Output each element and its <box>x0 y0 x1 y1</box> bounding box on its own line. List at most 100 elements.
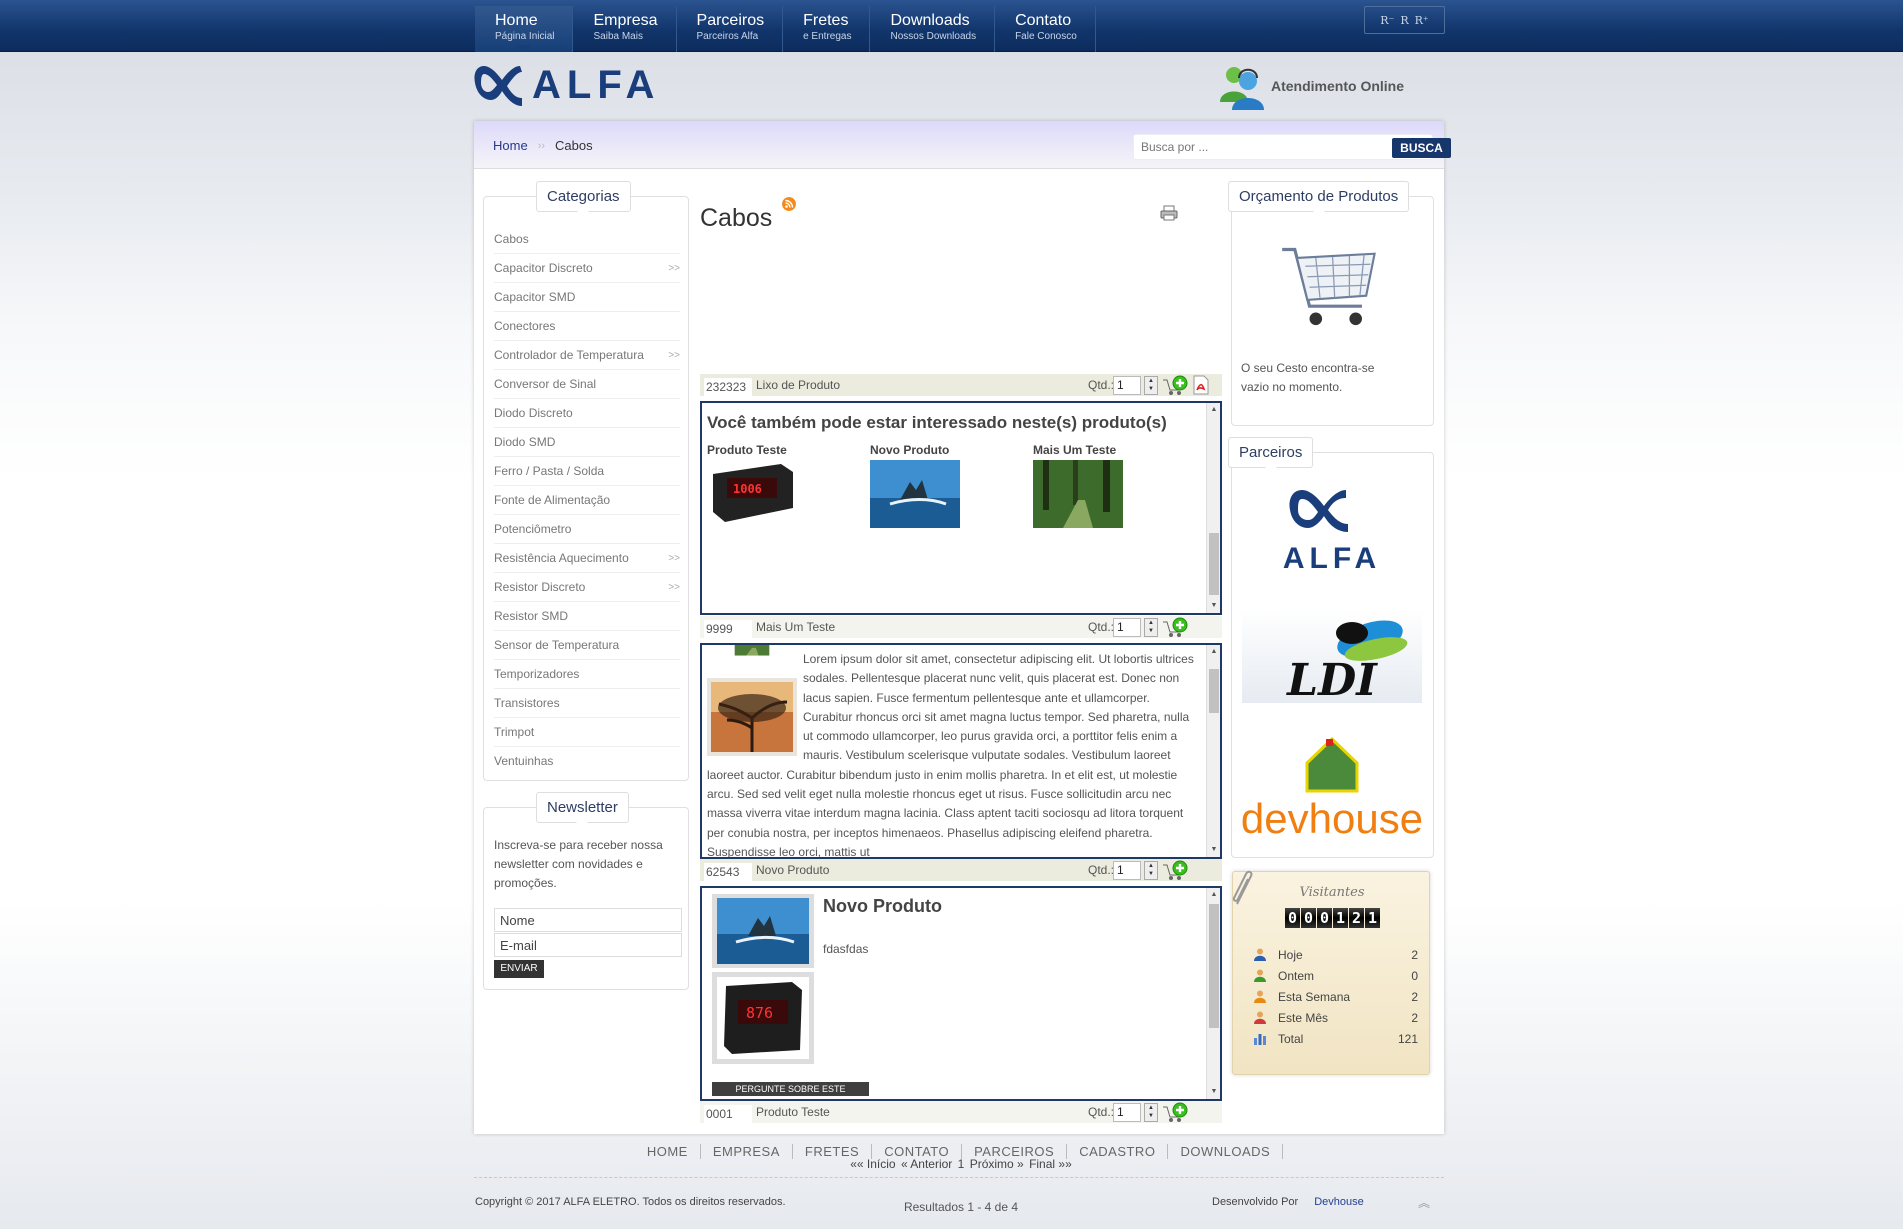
category-item[interactable]: Diodo Discreto <box>494 399 680 428</box>
description-scrollbar[interactable]: ▲ ▼ <box>1206 645 1220 857</box>
product-name-link[interactable]: Lixo de Produto <box>756 378 840 392</box>
category-item[interactable]: Potenciômetro <box>494 515 680 544</box>
newsletter-name-field[interactable]: Nome <box>494 908 682 932</box>
qty-input[interactable]: 1 <box>1113 618 1141 637</box>
qty-label: Qtd.: <box>1088 378 1115 392</box>
pagination-last-link[interactable]: Final »» <box>1029 1157 1072 1171</box>
footer-link-empresa[interactable]: EMPRESA <box>701 1144 793 1159</box>
visitors-row-yesterday: Ontem 0 <box>1253 966 1418 987</box>
category-item[interactable]: Resistência Aquecimento >> <box>494 544 680 573</box>
category-item[interactable]: Trimpot <box>494 718 680 747</box>
footer-link-home[interactable]: HOME <box>635 1144 701 1159</box>
category-item[interactable]: Controlador de Temperatura >> <box>494 341 680 370</box>
scroll-up-icon[interactable]: ▲ <box>1207 403 1220 417</box>
nav-empresa[interactable]: Empresa Saiba Mais <box>573 6 677 52</box>
qty-spinner[interactable]: ▲ ▼ <box>1144 1103 1158 1122</box>
product-name-link[interactable]: Produto Teste <box>756 1105 830 1119</box>
search-button[interactable]: BUSCA <box>1392 138 1451 158</box>
category-item[interactable]: Resistor Discreto >> <box>494 573 680 602</box>
category-item[interactable]: Capacitor Discreto >> <box>494 254 680 283</box>
footer-link-downloads[interactable]: DOWNLOADS <box>1168 1144 1284 1159</box>
related-products-title: Você também pode estar interessado neste… <box>707 413 1167 432</box>
qty-spinner[interactable]: ▲ ▼ <box>1144 376 1158 395</box>
category-item[interactable]: Diodo SMD <box>494 428 680 457</box>
nav-downloads-label: Downloads <box>890 12 970 29</box>
partner-alfa-logo[interactable]: ALFA <box>1242 480 1422 580</box>
nav-fretes-label: Fretes <box>803 12 849 29</box>
qty-spinner[interactable]: ▲ ▼ <box>1144 618 1158 637</box>
product-row: 0001 Produto Teste Qtd.: 1 ▲ ▼ <box>700 1101 1222 1123</box>
font-decrease-button[interactable]: R⁻ <box>1380 14 1394 27</box>
related-product[interactable]: Mais Um Teste <box>1033 443 1123 528</box>
nav-fretes[interactable]: Fretes e Entregas <box>783 6 871 52</box>
user-icon <box>1254 990 1266 1003</box>
add-to-cart-icon[interactable] <box>1162 616 1188 638</box>
related-product[interactable]: Novo Produto <box>870 443 960 528</box>
add-to-cart-icon[interactable] <box>1162 859 1188 881</box>
pagination-prev-link[interactable]: « Anterior <box>901 1157 952 1171</box>
footer-link-fretes[interactable]: FRETES <box>793 1144 873 1159</box>
category-item[interactable]: Cabos <box>494 225 680 254</box>
pagination-first-link[interactable]: «« Início <box>850 1157 895 1171</box>
nav-downloads[interactable]: Downloads Nossos Downloads <box>870 6 996 52</box>
scroll-down-icon[interactable]: ▼ <box>1207 843 1220 857</box>
novo-produto-scrollbar[interactable]: ▲ ▼ <box>1206 888 1220 1099</box>
scroll-down-icon[interactable]: ▼ <box>1207 1085 1220 1099</box>
category-item[interactable]: Resistor SMD <box>494 602 680 631</box>
ask-about-product-button[interactable]: PERGUNTE SOBRE ESTE PRODUTO <box>712 1082 869 1099</box>
pdf-icon[interactable] <box>1192 375 1210 395</box>
category-item[interactable]: Sensor de Temperatura <box>494 631 680 660</box>
font-increase-button[interactable]: R⁺ <box>1415 14 1429 27</box>
pagination-next-link[interactable]: Próximo » <box>970 1157 1024 1171</box>
qty-input[interactable]: 1 <box>1113 376 1141 395</box>
site-logo[interactable]: ALFA <box>474 58 762 108</box>
category-item[interactable]: Ventuinhas <box>494 747 680 776</box>
breadcrumb: Home ›› Cabos <box>493 138 593 153</box>
pagination-current-page: 1 <box>957 1157 965 1171</box>
nav-parceiros[interactable]: Parceiros Parceiros Alfa <box>677 6 784 52</box>
back-to-top-icon[interactable]: ︽ <box>1418 1194 1430 1211</box>
scroll-up-icon[interactable]: ▲ <box>1207 888 1220 902</box>
footer-link-parceiros[interactable]: PARCEIROS <box>962 1144 1068 1159</box>
partner-devhouse-logo[interactable]: devhouse <box>1241 733 1423 845</box>
category-item[interactable]: Capacitor SMD <box>494 283 680 312</box>
online-support-link[interactable]: Atendimento Online <box>1217 62 1404 110</box>
print-icon[interactable] <box>1160 205 1178 221</box>
category-item[interactable]: Conversor de Sinal <box>494 370 680 399</box>
qty-input[interactable]: 1 <box>1113 861 1141 880</box>
add-to-cart-icon[interactable] <box>1162 1101 1188 1123</box>
newsletter-submit-button[interactable]: ENVIAR <box>494 960 544 978</box>
product-name-link[interactable]: Mais Um Teste <box>756 620 835 634</box>
search-input[interactable]: Busca por ... <box>1141 140 1208 154</box>
category-item[interactable]: Temporizadores <box>494 660 680 689</box>
footer-link-cadastro[interactable]: CADASTRO <box>1067 1144 1169 1159</box>
category-item[interactable]: Fonte de Alimentação <box>494 486 680 515</box>
nav-contato[interactable]: Contato Fale Conosco <box>995 6 1096 52</box>
rss-icon[interactable] <box>782 197 796 211</box>
product-row: 232323 Lixo de Produto Qtd.: 1 ▲ ▼ <box>700 374 1222 396</box>
font-reset-button[interactable]: R <box>1400 14 1408 27</box>
svg-text:ALFA: ALFA <box>532 63 660 107</box>
developer-link[interactable]: Devhouse <box>1314 1196 1364 1208</box>
svg-text:ALFA: ALFA <box>1283 542 1381 575</box>
qty-input[interactable]: 1 <box>1113 1103 1141 1122</box>
support-users-icon <box>1220 67 1264 110</box>
visitors-title: Visitantes <box>1299 885 1365 900</box>
related-products-scrollbar[interactable]: ▲ ▼ <box>1206 403 1220 613</box>
categories-panel: Categorias Cabos Capacitor Discreto >> Ca… <box>483 181 689 781</box>
product-row: 62543 Novo Produto Qtd.: 1 ▲ ▼ <box>700 859 1222 881</box>
partner-ldi-logo[interactable]: LDI <box>1242 609 1422 706</box>
qty-spinner[interactable]: ▲ ▼ <box>1144 861 1158 880</box>
scroll-down-icon[interactable]: ▼ <box>1207 599 1220 613</box>
add-to-cart-icon[interactable] <box>1162 374 1188 396</box>
newsletter-email-field[interactable]: E-mail <box>494 933 682 957</box>
related-product[interactable]: Produto Teste 1006 <box>707 443 797 528</box>
category-item[interactable]: Conectores <box>494 312 680 341</box>
scroll-up-icon[interactable]: ▲ <box>1207 645 1220 659</box>
footer-link-contato[interactable]: CONTATO <box>872 1144 963 1159</box>
nav-home[interactable]: Home Página Inicial <box>475 6 574 52</box>
product-name-link[interactable]: Novo Produto <box>756 863 829 877</box>
breadcrumb-home-link[interactable]: Home <box>493 138 528 153</box>
category-item[interactable]: Transistores <box>494 689 680 718</box>
category-item[interactable]: Ferro / Pasta / Solda <box>494 457 680 486</box>
